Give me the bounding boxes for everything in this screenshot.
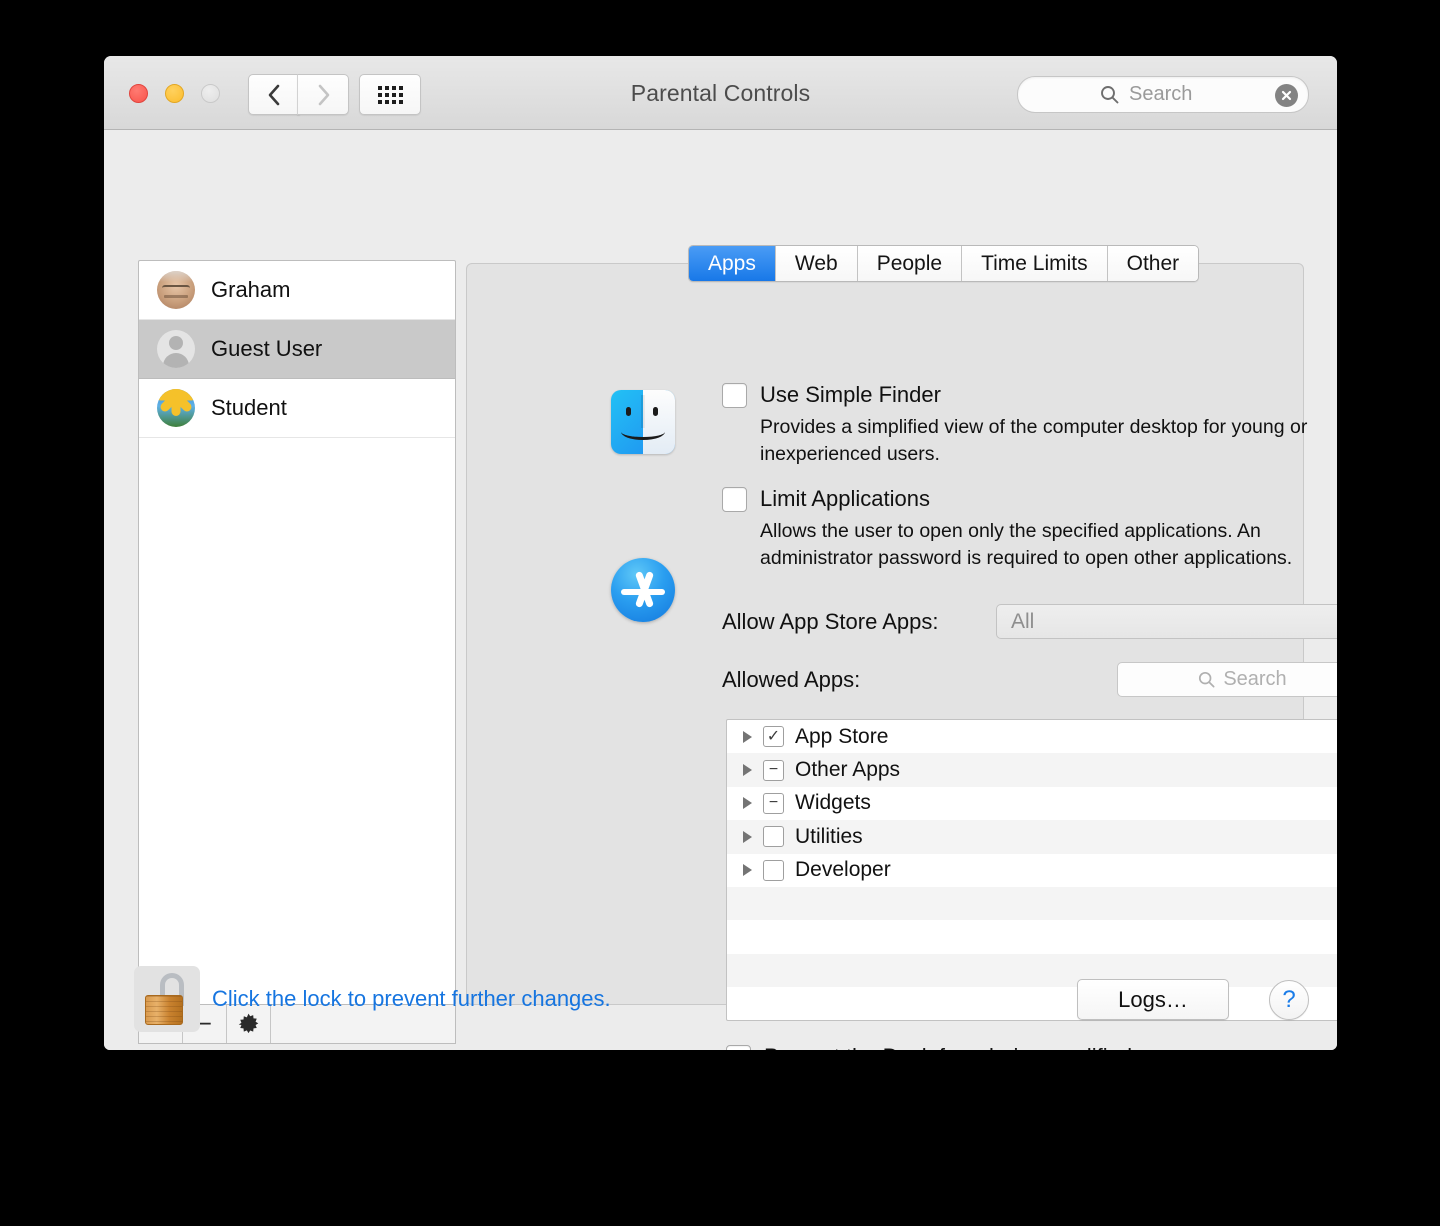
- user-name: Guest User: [211, 336, 323, 361]
- search-input[interactable]: [1127, 82, 1257, 107]
- lock-hint-text[interactable]: Click the lock to prevent further change…: [212, 986, 611, 1012]
- app-list-empty-row: [727, 920, 1337, 953]
- disclosure-triangle-icon[interactable]: [743, 864, 752, 877]
- avatar: [157, 271, 195, 309]
- app-checkbox[interactable]: [763, 826, 784, 848]
- disclosure-triangle-icon[interactable]: [743, 830, 752, 843]
- limit-applications-checkbox[interactable]: [722, 486, 747, 512]
- user-name: Student: [211, 395, 287, 420]
- search-icon: [1101, 86, 1119, 104]
- app-list-row[interactable]: ✓ App Store: [727, 720, 1337, 753]
- allowed-apps-search-field[interactable]: Search: [1117, 662, 1337, 697]
- limit-applications-row: Limit Applications Allows the user to op…: [722, 486, 1332, 572]
- app-name: Widgets: [795, 791, 871, 815]
- limit-applications-label: Limit Applications: [760, 486, 930, 511]
- tab-web[interactable]: Web: [775, 246, 858, 281]
- app-list-empty-row: [727, 886, 1337, 921]
- use-simple-finder-checkbox[interactable]: [722, 382, 747, 408]
- apps-tab-panel: Use Simple Finder Provides a simplified …: [466, 263, 1337, 1050]
- allow-app-store-apps-label: Allow App Store Apps:: [722, 609, 939, 634]
- disclosure-triangle-icon[interactable]: [743, 764, 752, 777]
- app-checkbox[interactable]: −: [763, 792, 784, 814]
- window-titlebar: Parental Controls: [104, 56, 1337, 130]
- use-simple-finder-description: Provides a simplified view of the comput…: [760, 416, 1308, 465]
- app-list-row[interactable]: Developer: [727, 854, 1337, 887]
- clear-search-button[interactable]: [1275, 84, 1298, 107]
- app-name: App Store: [795, 724, 889, 748]
- app-name: Developer: [795, 858, 891, 882]
- use-simple-finder-label: Use Simple Finder: [760, 382, 941, 407]
- close-icon: [1281, 90, 1292, 101]
- allowed-apps-list[interactable]: ✓ App Store − Other Apps − Widgets Utili…: [726, 719, 1337, 1021]
- allowed-apps-search-placeholder: Search: [1223, 668, 1287, 690]
- use-simple-finder-row: Use Simple Finder Provides a simplified …: [722, 382, 1307, 468]
- user-name: Graham: [211, 277, 291, 302]
- tab-people[interactable]: People: [857, 246, 963, 281]
- search-icon: [1199, 671, 1215, 688]
- parental-controls-window: Parental Controls Graham: [104, 56, 1337, 1050]
- app-list-empty-row: [727, 987, 1337, 1020]
- tab-bar[interactable]: Apps Web People Time Limits Other: [688, 245, 1200, 282]
- help-button[interactable]: ?: [1269, 980, 1309, 1020]
- tab-time-limits[interactable]: Time Limits: [962, 246, 1108, 281]
- user-row-student[interactable]: Student: [139, 379, 455, 438]
- search-field[interactable]: [1017, 76, 1309, 113]
- app-list-row[interactable]: − Widgets: [727, 787, 1337, 820]
- avatar: [157, 330, 195, 368]
- limit-applications-description: Allows the user to open only the specifi…: [760, 520, 1293, 569]
- app-store-icon: [611, 558, 675, 622]
- app-checkbox[interactable]: [763, 859, 784, 881]
- avatar: [157, 389, 195, 427]
- gear-icon: [238, 1013, 259, 1033]
- app-checkbox[interactable]: −: [763, 759, 784, 781]
- tab-other[interactable]: Other: [1107, 246, 1199, 281]
- user-list[interactable]: Graham Guest User Student: [138, 260, 456, 1005]
- app-name: Other Apps: [795, 758, 901, 782]
- prevent-dock-row: Prevent the Dock from being modified: [726, 1044, 1132, 1050]
- app-checkbox[interactable]: ✓: [763, 726, 784, 748]
- allowed-apps-label: Allowed Apps:: [722, 667, 861, 692]
- disclosure-triangle-icon[interactable]: [743, 797, 752, 810]
- disclosure-triangle-icon[interactable]: [743, 730, 752, 743]
- logs-button[interactable]: Logs…: [1077, 979, 1229, 1020]
- app-name: Utilities: [795, 824, 863, 848]
- allow-app-store-apps-value: All: [1011, 609, 1035, 633]
- window-body: Graham Guest User Student − Apps Web Peo…: [104, 130, 1337, 1050]
- allow-app-store-apps-select[interactable]: All: [996, 604, 1337, 639]
- prevent-dock-checkbox[interactable]: [726, 1044, 751, 1050]
- tab-apps[interactable]: Apps: [689, 246, 776, 281]
- lock-button[interactable]: [134, 966, 200, 1032]
- app-list-row[interactable]: − Other Apps: [727, 753, 1337, 787]
- user-row-guest-user[interactable]: Guest User: [139, 320, 455, 379]
- app-list-row[interactable]: Utilities: [727, 820, 1337, 854]
- finder-icon: [611, 390, 675, 454]
- prevent-dock-label: Prevent the Dock from being modified: [764, 1044, 1132, 1050]
- user-row-graham[interactable]: Graham: [139, 261, 455, 320]
- unlocked-padlock-icon: [145, 973, 189, 1025]
- app-list-empty-row: [727, 953, 1337, 988]
